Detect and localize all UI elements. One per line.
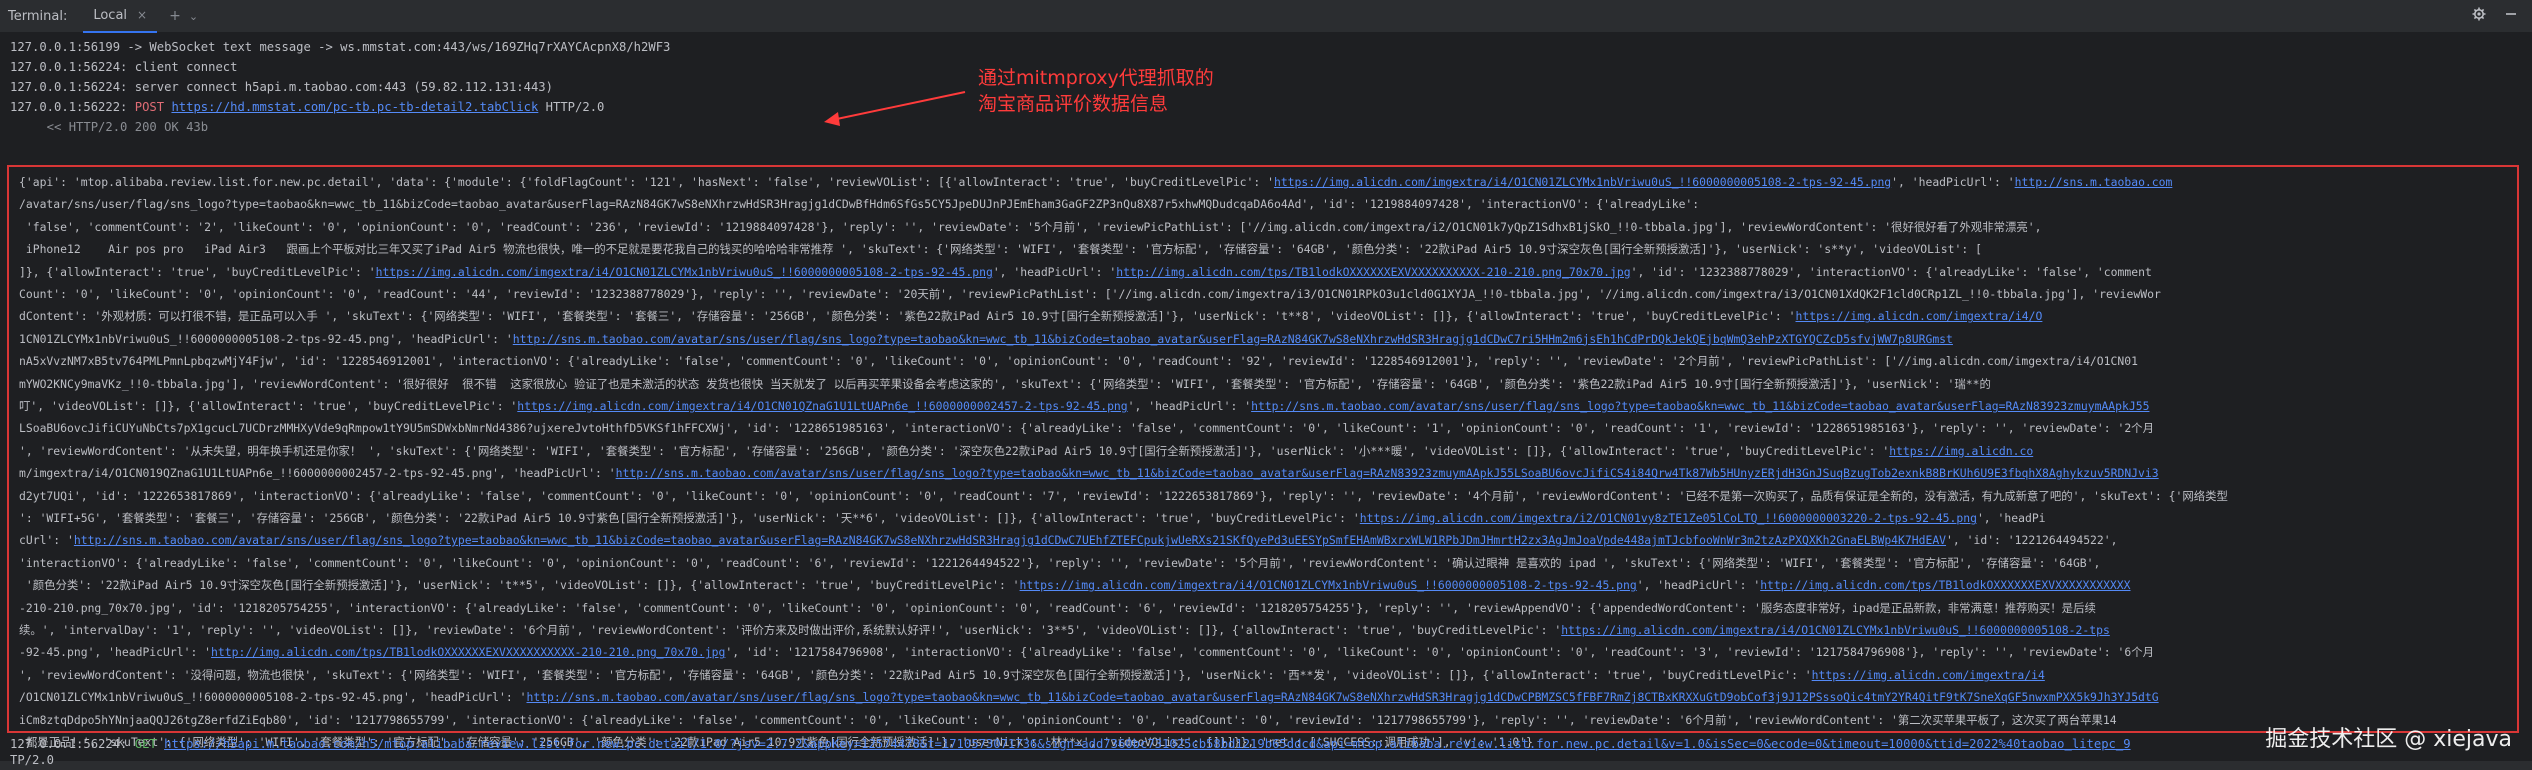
annotation-text: 通过mitmproxy代理抓取的 淘宝商品评价数据信息 <box>978 65 1214 117</box>
log-line-post: 127.0.0.1:56222: POST https://hd.mmstat.… <box>10 97 604 117</box>
response-line: -210-210.png_70x70.jpg', 'id': '12182057… <box>19 600 2096 615</box>
log-line-get: 127.0.0.1:56224: GET https://h5api.m.tao… <box>10 734 2131 754</box>
response-line: -92-45.png', 'headPicUrl': 'http://img.a… <box>19 645 2154 660</box>
response-line: iPhone12 Air pos pro iPad Air3 跟画上个平板对比三… <box>19 242 1982 257</box>
log-prefix: 127.0.0.1:56224: <box>10 737 135 751</box>
response-line: ]}, {'allowInteract': 'true', 'buyCredit… <box>19 264 2152 279</box>
response-line: dContent': '外观材质：可以打很不错，是正品可以入手 ', 'skuT… <box>19 309 2043 324</box>
response-url-link[interactable]: https://img.alicdn.com/imgextra/i4/O1CN0… <box>1020 578 1637 592</box>
add-tab-icon[interactable]: + <box>169 8 181 24</box>
response-url-link[interactable]: http://sns.m.taobao.com <box>2015 175 2173 189</box>
response-line: nA5xVvzNM7xB5tv764PMLPmnLpbqzwMjY4Fjw', … <box>19 354 2138 369</box>
annotation-arrow-icon <box>824 91 966 126</box>
response-url-link[interactable]: https://img.alicdn.com/imgextra/i4/O1CN0… <box>1274 175 1891 189</box>
minimize-icon[interactable] <box>2504 7 2518 25</box>
response-line: ': 'WIFI+5G', '套餐类型': '套餐三', '存储容量': '25… <box>19 511 2046 525</box>
response-line: m/imgextra/i4/O1CN019QZnaG1U1LtUAPn6e_!!… <box>19 466 2159 481</box>
response-url-link[interactable]: https://img.alicdn.com/imgextra/i4/O1CN0… <box>1561 623 2110 637</box>
response-url-link[interactable]: http://img.alicdn.com/tps/TB1lodkOXXXXXX… <box>1116 265 1630 279</box>
response-url-link[interactable]: https://img.alicdn.com/imgextra/i4/O <box>1796 309 2043 323</box>
response-line: d2yt7UQi', 'id': '1222653817869', 'inter… <box>19 488 2228 503</box>
response-line: cUrl': 'http://sns.m.taobao.com/avatar/s… <box>19 533 2118 548</box>
response-url-link[interactable]: http://img.alicdn.com/tps/TB1lodkOXXXXXX… <box>211 645 725 659</box>
response-url-link[interactable]: http://sns.m.taobao.com/avatar/sns/user/… <box>74 533 1946 547</box>
response-url-link[interactable]: https://img.alicdn.co <box>1889 444 2033 458</box>
response-line: '颜色分类': '22款iPad Air5 10.9寸深空灰色[国行全新预授激活… <box>19 578 2131 593</box>
tab-local[interactable]: Local × <box>83 0 158 33</box>
tab-local-label: Local <box>93 7 128 23</box>
response-line: /O1CN01ZLCYMx1nbVriwu0uS_!!6000000005108… <box>19 690 2159 705</box>
response-url-link[interactable]: https://img.alicdn.com/imgextra/i4 <box>1812 668 2045 682</box>
response-line: 1CN01ZLCYMx1nbVriwu0uS_!!6000000005108-2… <box>19 331 1953 346</box>
log-line-server-connect: 127.0.0.1:56224: server connect h5api.m.… <box>10 80 553 94</box>
close-icon[interactable]: × <box>137 8 147 22</box>
response-line: Count': '0', 'likeCount': '0', 'opinionC… <box>19 287 2161 301</box>
gear-icon[interactable] <box>2472 7 2486 25</box>
response-line: 'interactionVO': {'alreadyLike': 'false'… <box>19 555 2101 570</box>
chevron-down-icon[interactable]: ⌄ <box>189 10 198 23</box>
terminal-tabbar: Terminal: Local × + ⌄ <box>0 0 2532 33</box>
http-method-get: GET <box>134 737 157 751</box>
response-line: 'false', 'commentCount': '2', 'likeCount… <box>19 219 2042 234</box>
tabbar-actions <box>2472 0 2518 32</box>
log-line-http-version: TP/2.0 <box>10 753 55 767</box>
terminal-title: Terminal: <box>8 8 68 24</box>
response-url-link[interactable]: http://sns.m.taobao.com/avatar/sns/user/… <box>616 466 2159 480</box>
response-highlight-box: {'api': 'mtop.alibaba.review.list.for.ne… <box>7 165 2519 749</box>
response-url-link[interactable]: https://img.alicdn.com/imgextra/i4/O1CN0… <box>376 265 993 279</box>
response-line: {'api': 'mtop.alibaba.review.list.for.ne… <box>19 175 2173 189</box>
annotation-line-2: 淘宝商品评价数据信息 <box>978 93 1169 115</box>
response-url-link[interactable]: https://img.alicdn.com/imgextra/i4/O1CN0… <box>517 399 1127 413</box>
log-suffix: HTTP/2.0 <box>538 100 605 114</box>
response-line: LSoaBU6ovcJifiCUYuNbCts7pX1gcucL7UCDrzMM… <box>19 421 2154 436</box>
log-line-client-connect: 127.0.0.1:56224: client connect <box>10 60 238 74</box>
response-line: mYWO2KNCy9maVKz_!!0-tbbala.jpg'], 'revie… <box>19 376 1991 391</box>
request-url-link[interactable]: https://hd.mmstat.com/pc-tb.pc-tb-detail… <box>171 100 538 114</box>
response-line: 叮', 'videoVOList': []}, {'allowInteract'… <box>19 399 2150 413</box>
log-prefix: 127.0.0.1:56222: <box>10 100 135 114</box>
response-line: 续。', 'intervalDay': '1', 'reply': '', 'v… <box>19 623 2110 637</box>
watermark: 掘金技术社区 @ xiejava <box>2265 727 2512 752</box>
response-line: /avatar/sns/user/flag/sns_logo?type=taob… <box>19 197 1700 212</box>
http-method-post: POST <box>134 100 165 114</box>
response-line: ', 'reviewWordContent': '没得问题，物流也很快', 's… <box>19 667 2045 682</box>
log-line-ws: 127.0.0.1:56199 -> WebSocket text messag… <box>10 40 671 54</box>
response-url-link[interactable]: http://sns.m.taobao.com/avatar/sns/user/… <box>526 690 2158 704</box>
request-url-link[interactable]: https://h5api.m.taobao.com/h5/mtop.aliba… <box>164 737 2130 751</box>
response-line: ', 'reviewWordContent': '从未失望，明年换手机还是你家！… <box>19 443 2034 458</box>
log-line-response-status: << HTTP/2.0 200 OK 43b <box>10 120 209 134</box>
annotation-line-1: 通过mitmproxy代理抓取的 <box>978 67 1214 89</box>
terminal-output[interactable]: 127.0.0.1:56199 -> WebSocket text messag… <box>0 33 2532 767</box>
response-line: iCm8ztqDdpo5hYNnjaaQQJ26tgZ8erfdZiEqb80'… <box>19 712 2117 727</box>
response-url-link[interactable]: https://img.alicdn.com/imgextra/i2/O1CN0… <box>1360 511 1977 525</box>
response-url-link[interactable]: http://img.alicdn.com/tps/TB1lodkOXXXXXX… <box>1760 578 2130 592</box>
response-url-link[interactable]: http://sns.m.taobao.com/avatar/sns/user/… <box>1251 399 2149 413</box>
response-url-link[interactable]: http://sns.m.taobao.com/avatar/sns/user/… <box>513 332 1953 346</box>
